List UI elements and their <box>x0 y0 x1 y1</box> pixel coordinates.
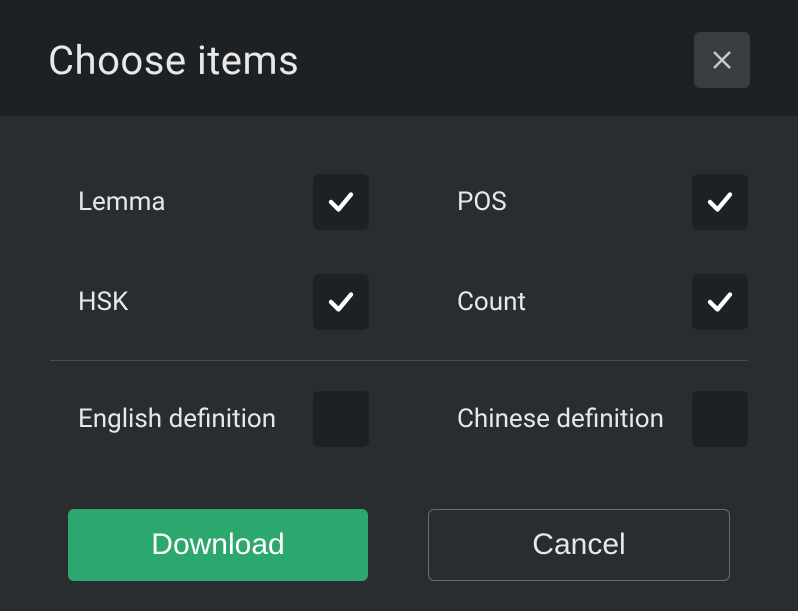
option-label: POS <box>457 187 507 217</box>
option-chinese-definition: Chinese definition <box>429 391 748 447</box>
choose-items-dialog: Choose items Lemma POS <box>0 0 798 604</box>
check-icon <box>705 287 735 317</box>
download-button[interactable]: Download <box>68 509 368 581</box>
close-button[interactable] <box>694 32 750 88</box>
check-icon <box>705 187 735 217</box>
dialog-body: Lemma POS HSK <box>0 116 798 611</box>
dialog-header: Choose items <box>0 0 798 116</box>
checkbox-chinese-definition[interactable] <box>692 391 748 447</box>
option-label: Lemma <box>78 187 166 217</box>
option-label: Chinese definition <box>457 404 664 434</box>
option-hsk: HSK <box>50 274 369 330</box>
option-label: Count <box>457 287 526 317</box>
options-row: HSK Count <box>50 252 748 352</box>
check-icon <box>326 187 356 217</box>
checkbox-pos[interactable] <box>692 174 748 230</box>
divider <box>50 360 748 361</box>
option-pos: POS <box>429 174 748 230</box>
cancel-button[interactable]: Cancel <box>428 509 730 581</box>
options-row: Lemma POS <box>50 152 748 252</box>
options-row: English definition Chinese definition <box>50 369 748 469</box>
option-count: Count <box>429 274 748 330</box>
close-icon <box>710 48 734 72</box>
checkbox-hsk[interactable] <box>313 274 369 330</box>
option-label: HSK <box>78 287 128 317</box>
dialog-title: Choose items <box>48 37 299 84</box>
option-lemma: Lemma <box>50 174 369 230</box>
checkbox-count[interactable] <box>692 274 748 330</box>
dialog-buttons: Download Cancel <box>50 509 748 581</box>
check-icon <box>326 287 356 317</box>
checkbox-lemma[interactable] <box>313 174 369 230</box>
option-english-definition: English definition <box>50 391 369 447</box>
option-label: English definition <box>78 404 276 434</box>
checkbox-english-definition[interactable] <box>313 391 369 447</box>
options-group: Lemma POS HSK <box>50 152 748 469</box>
